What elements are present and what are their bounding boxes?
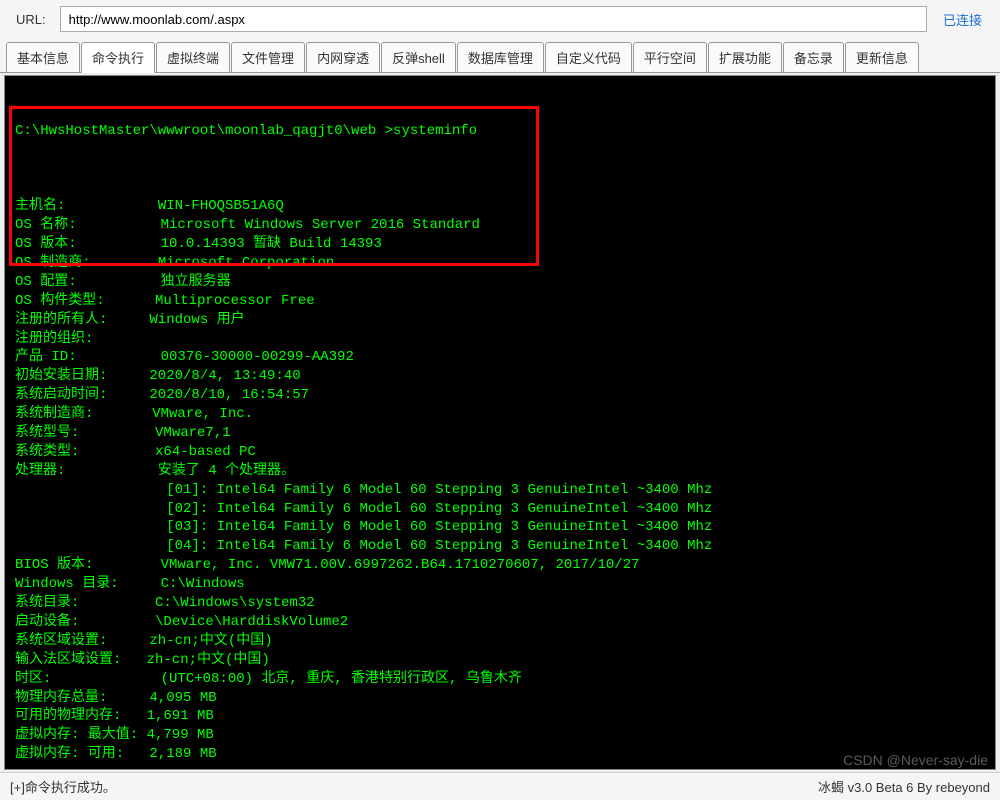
terminal-line: OS 配置: 独立服务器 [15, 273, 985, 292]
tab-reverse-shell[interactable]: 反弹shell [381, 42, 456, 72]
tab-custom-code[interactable]: 自定义代码 [545, 42, 632, 72]
terminal-line: 系统型号: VMware7,1 [15, 424, 985, 443]
terminal-line: 初始安装日期: 2020/8/4, 13:49:40 [15, 367, 985, 386]
terminal-line: BIOS 版本: VMware, Inc. VMW71.00V.6997262.… [15, 556, 985, 575]
tab-virtual-terminal[interactable]: 虚拟终端 [156, 42, 230, 72]
tab-update[interactable]: 更新信息 [845, 42, 919, 72]
terminal-line: 虚拟内存: 最大值: 4,799 MB [15, 726, 985, 745]
terminal-line: 系统启动时间: 2020/8/10, 16:54:57 [15, 386, 985, 405]
terminal-line: [04]: Intel64 Family 6 Model 60 Stepping… [15, 537, 985, 556]
tab-command-exec[interactable]: 命令执行 [81, 42, 155, 73]
terminal-line [15, 178, 985, 197]
terminal-lines: 主机名: WIN-FHOQSB51A6QOS 名称: Microsoft Win… [15, 178, 985, 764]
terminal-line: 时区: (UTC+08:00) 北京, 重庆, 香港特别行政区, 乌鲁木齐 [15, 670, 985, 689]
terminal-line: OS 构件类型: Multiprocessor Free [15, 292, 985, 311]
tab-file-manage[interactable]: 文件管理 [231, 42, 305, 72]
tab-bar: 基本信息 命令执行 虚拟终端 文件管理 内网穿透 反弹shell 数据库管理 自… [0, 38, 1000, 73]
terminal-line: 虚拟内存: 可用: 2,189 MB [15, 745, 985, 764]
terminal-line: [01]: Intel64 Family 6 Model 60 Stepping… [15, 481, 985, 500]
terminal-line: 注册的组织: [15, 330, 985, 349]
terminal-line: 系统目录: C:\Windows\system32 [15, 594, 985, 613]
terminal-line: Windows 目录: C:\Windows [15, 575, 985, 594]
tab-extensions[interactable]: 扩展功能 [708, 42, 782, 72]
terminal-line: 启动设备: \Device\HarddiskVolume2 [15, 613, 985, 632]
terminal-line: 产品 ID: 00376-30000-00299-AA392 [15, 348, 985, 367]
terminal-line: 主机名: WIN-FHOQSB51A6Q [15, 197, 985, 216]
tab-basic-info[interactable]: 基本信息 [6, 42, 80, 72]
tab-memo[interactable]: 备忘录 [783, 42, 844, 72]
terminal-line: 系统类型: x64-based PC [15, 443, 985, 462]
connection-status: 已连接 [935, 10, 990, 29]
status-left: [+]命令执行成功。 [10, 777, 116, 796]
terminal-line: 注册的所有人: Windows 用户 [15, 311, 985, 330]
terminal-line: 系统制造商: VMware, Inc. [15, 405, 985, 424]
terminal-line: OS 名称: Microsoft Windows Server 2016 Sta… [15, 216, 985, 235]
terminal-line: OS 版本: 10.0.14393 暂缺 Build 14393 [15, 235, 985, 254]
top-bar: URL: 已连接 [0, 0, 1000, 38]
terminal-line: [03]: Intel64 Family 6 Model 60 Stepping… [15, 518, 985, 537]
terminal-line: 输入法区域设置: zh-cn;中文(中国) [15, 651, 985, 670]
terminal-line: 可用的物理内存: 1,691 MB [15, 707, 985, 726]
url-label: URL: [10, 12, 52, 27]
terminal-output[interactable]: C:\HwsHostMaster\wwwroot\moonlab_qagjt0\… [4, 75, 996, 770]
url-input[interactable] [60, 6, 927, 32]
status-right: 冰蝎 v3.0 Beta 6 By rebeyond [818, 777, 990, 796]
status-bar: [+]命令执行成功。 冰蝎 v3.0 Beta 6 By rebeyond [0, 772, 1000, 800]
terminal-line: 系统区域设置: zh-cn;中文(中国) [15, 632, 985, 651]
tab-parallel[interactable]: 平行空间 [633, 42, 707, 72]
tab-database[interactable]: 数据库管理 [457, 42, 544, 72]
terminal-line: 处理器: 安装了 4 个处理器。 [15, 462, 985, 481]
terminal-line: [02]: Intel64 Family 6 Model 60 Stepping… [15, 500, 985, 519]
terminal-prompt: C:\HwsHostMaster\wwwroot\moonlab_qagjt0\… [15, 122, 985, 141]
terminal-line: OS 制造商: Microsoft Corporation [15, 254, 985, 273]
tab-intranet[interactable]: 内网穿透 [306, 42, 380, 72]
terminal-line: 物理内存总量: 4,095 MB [15, 689, 985, 708]
